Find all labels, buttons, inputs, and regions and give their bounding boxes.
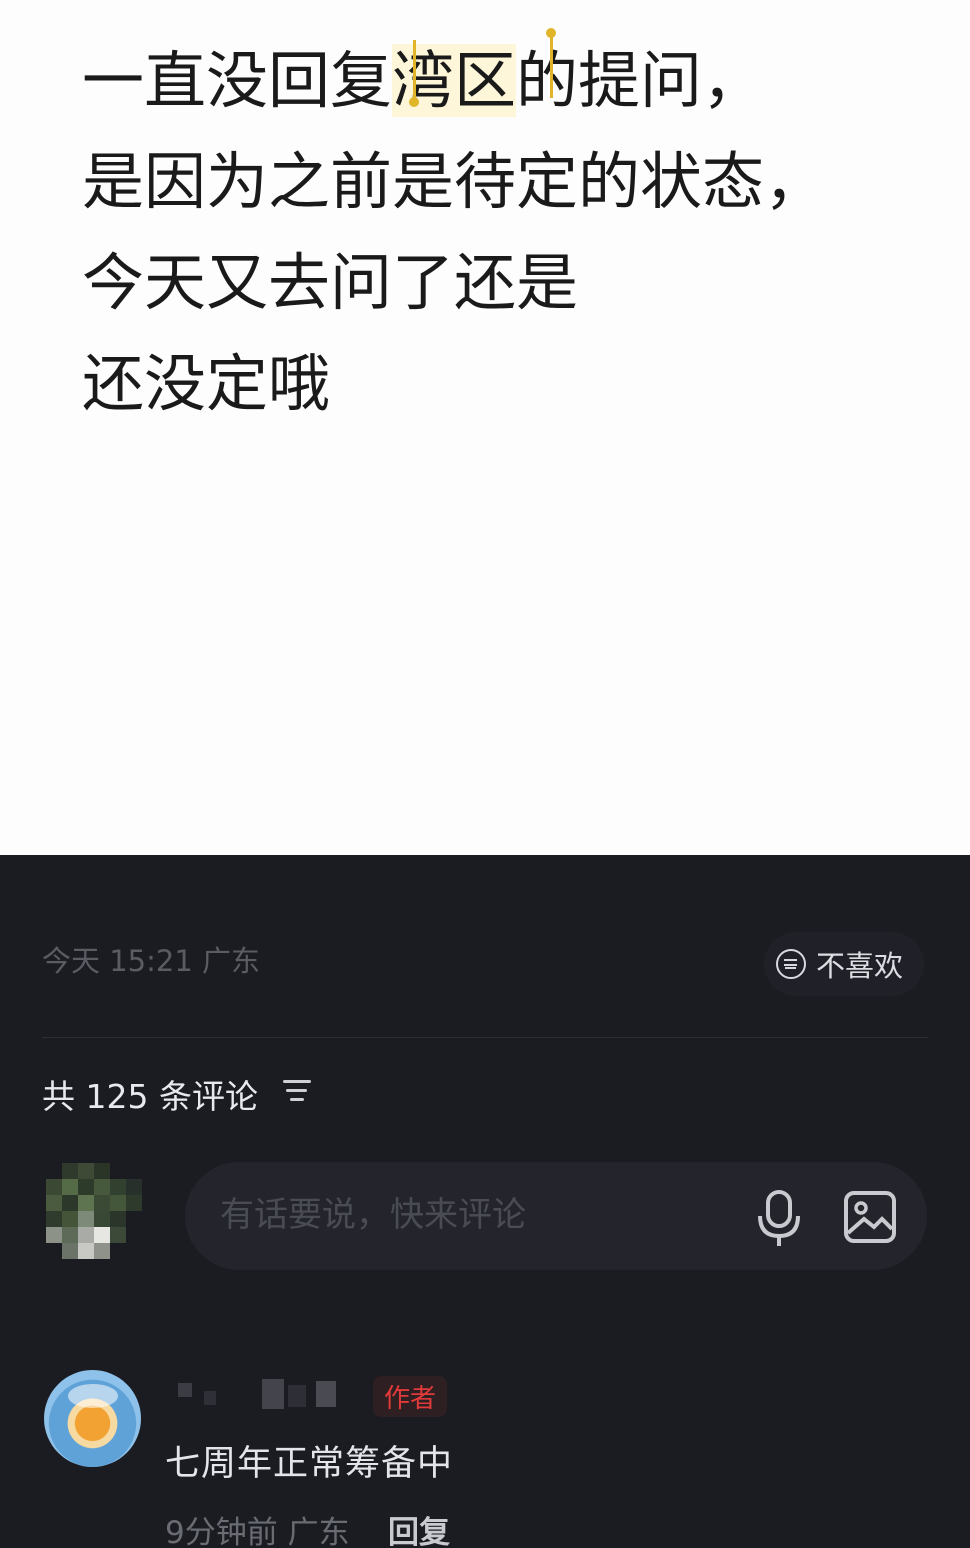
microphone-icon[interactable] xyxy=(755,1188,803,1248)
author-badge: 作者 xyxy=(373,1376,448,1417)
comment-text: 七周年正常筹备中 xyxy=(165,1444,454,1484)
post-line-4: 还没定哦 xyxy=(82,347,331,420)
selection-end-bar xyxy=(550,36,553,98)
post-line-1-after: 的提问， xyxy=(516,44,765,117)
comment-time-location: 9分钟前 广东 xyxy=(165,1515,350,1548)
selection-end-handle[interactable] xyxy=(546,28,556,38)
post-body: 一直没回复湾区的提问， 是因为之前是待定的状态， 今天又去问了还是 还没定哦 xyxy=(82,30,826,434)
comment-count: 共 125 条评论 xyxy=(42,1077,258,1116)
dislike-label: 不喜欢 xyxy=(816,949,904,983)
dislike-button[interactable]: 不喜欢 xyxy=(764,932,924,996)
post-time-location: 今天 15:21 广东 xyxy=(42,944,261,978)
comments-panel: 今天 15:21 广东 不喜欢 共 125 条评论 有话要说，快来评论 作者 七… xyxy=(0,855,970,1548)
post-line-3: 今天又去问了还是 xyxy=(82,246,579,319)
post-line-2: 是因为之前是待定的状态， xyxy=(82,145,827,218)
comment-input[interactable] xyxy=(220,1195,700,1235)
selection-start-bar xyxy=(413,40,416,102)
divider xyxy=(42,1037,928,1038)
sort-icon[interactable] xyxy=(283,1078,311,1104)
reply-button[interactable]: 回复 xyxy=(388,1507,450,1548)
neutral-face-icon xyxy=(776,949,806,979)
post-line-1-before: 一直没回复 xyxy=(82,44,393,117)
image-icon[interactable] xyxy=(842,1189,898,1245)
avatar[interactable] xyxy=(46,1163,142,1269)
comment-input-box[interactable] xyxy=(185,1162,927,1270)
post-content-area: 一直没回复湾区的提问， 是因为之前是待定的状态， 今天又去问了还是 还没定哦 xyxy=(0,0,970,855)
commenter-name-redacted[interactable] xyxy=(170,1375,360,1415)
selection-start-handle[interactable] xyxy=(409,97,419,107)
commenter-avatar[interactable] xyxy=(44,1370,141,1467)
post-line-1: 一直没回复湾区的提问， xyxy=(82,30,826,131)
